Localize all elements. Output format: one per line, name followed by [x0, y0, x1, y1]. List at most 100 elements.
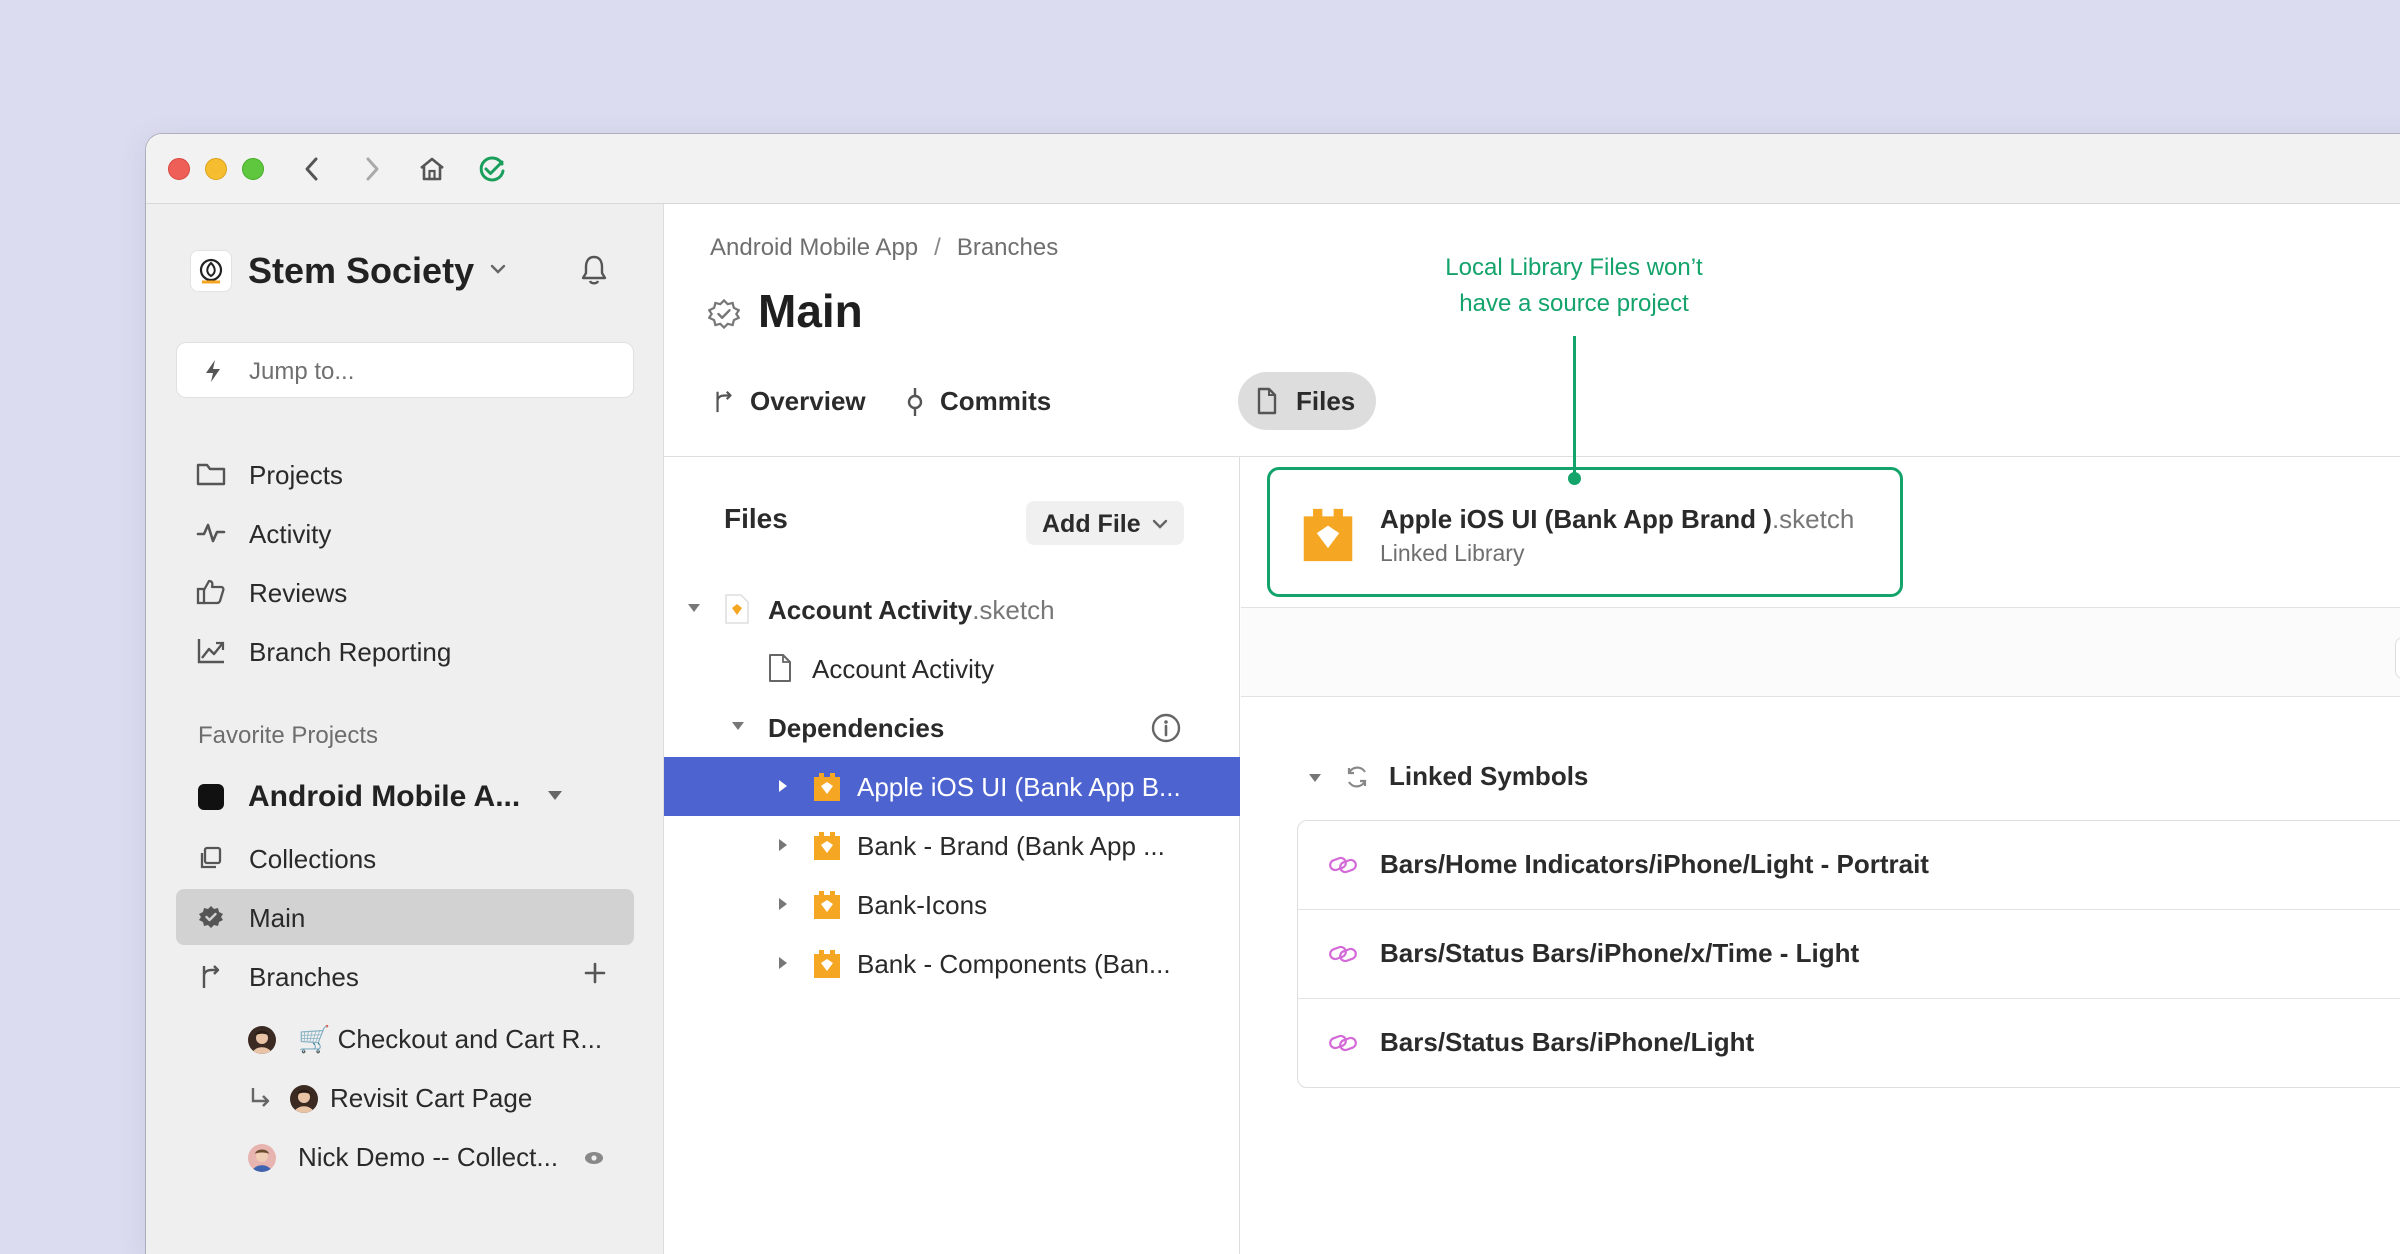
toolbar-control[interactable] [2395, 637, 2400, 679]
tree-item-bank-icons[interactable]: Bank-Icons [664, 875, 1240, 934]
workspace-logo[interactable] [190, 250, 232, 292]
tab-files[interactable]: Files [1238, 372, 1376, 430]
gear-badge-icon [707, 298, 741, 335]
files-tree-pane: Files Add File Account Activity.sketch A… [664, 457, 1240, 1254]
branch-item-revisit-cart[interactable]: Revisit Cart Page [248, 1077, 638, 1121]
workspace-name[interactable]: Stem Society [248, 250, 474, 292]
breadcrumb-separator: / [934, 234, 941, 261]
breadcrumb-branches[interactable]: Branches [957, 234, 1058, 261]
branch-item-nick-demo[interactable]: Nick Demo -- Collect... [248, 1136, 638, 1180]
titlebar [146, 134, 2400, 204]
tree-item-label: Bank - Components (Ban... [857, 949, 1171, 979]
zoom-window-button[interactable] [242, 158, 264, 180]
tab-overview[interactable]: Overview [694, 372, 872, 430]
link-icon [1328, 942, 1358, 971]
tree-item-bank-components[interactable]: Bank - Components (Ban... [664, 934, 1240, 993]
home-icon[interactable] [414, 151, 450, 187]
app-window: Stem Society Jump to... Projects Activit… [146, 134, 2400, 1254]
favorite-project-name: Android Mobile A... [248, 780, 521, 813]
eye-icon[interactable] [584, 1150, 604, 1171]
sketch-library-icon [812, 948, 842, 985]
page-title: Main [758, 285, 863, 337]
sidebar-item-label: Reviews [249, 578, 348, 608]
divider [1241, 696, 2400, 697]
minimize-window-button[interactable] [205, 158, 227, 180]
caret-right-icon[interactable] [776, 955, 790, 976]
caret-right-icon[interactable] [776, 778, 790, 799]
add-file-button[interactable]: Add File [1026, 501, 1184, 545]
breadcrumb-project[interactable]: Android Mobile App [710, 234, 918, 261]
branch-label: Revisit Cart Page [330, 1083, 533, 1113]
branch-label: 🛒 Checkout and Cart R... [298, 1024, 603, 1054]
caret-right-icon[interactable] [776, 837, 790, 858]
sidebar-item-label: Branches [249, 962, 359, 992]
chevron-down-icon[interactable] [490, 262, 506, 280]
caret-right-icon[interactable] [776, 896, 790, 917]
breadcrumb: Android Mobile App / Branches [710, 234, 1058, 262]
list-item[interactable]: Bars/Home Indicators/iPhone/Light - Port… [1298, 821, 2400, 910]
sidebar-item-label: Main [249, 903, 306, 933]
tree-item-bank-brand[interactable]: Bank - Brand (Bank App ... [664, 816, 1240, 875]
library-name: Apple iOS UI (Bank App Brand ).sketch [1380, 504, 1855, 534]
favorite-project-android[interactable]: Android Mobile A... [198, 776, 634, 820]
branch-icon [196, 962, 226, 990]
main-content: Android Mobile App / Branches Main Overvie… [664, 204, 2400, 1254]
tree-item-label: Account Activity [812, 654, 995, 684]
caret-down-icon[interactable] [686, 601, 702, 620]
symbol-name: Bars/Status Bars/iPhone/x/Time - Light [1380, 938, 1860, 968]
annotation-line-1: Local Library Files won’t [1445, 254, 1703, 281]
back-icon[interactable] [294, 151, 330, 187]
tab-label: Files [1296, 386, 1356, 416]
tree-item-label: Apple iOS UI (Bank App B... [857, 772, 1181, 802]
branch-label: Nick Demo -- Collect... [298, 1142, 559, 1172]
sidebar-item-label: Collections [249, 844, 377, 874]
library-type: Linked Library [1380, 540, 1525, 566]
library-card[interactable]: Apple iOS UI (Bank App Brand ).sketch Li… [1267, 467, 1903, 597]
chart-icon [196, 637, 226, 665]
symbol-name: Bars/Home Indicators/iPhone/Light - Port… [1380, 849, 1929, 879]
tree-item-account-activity-page[interactable]: Account Activity [664, 639, 1240, 698]
sidebar-item-branch-reporting[interactable]: Branch Reporting [176, 623, 634, 679]
tree-item-label: Bank - Brand (Bank App ... [857, 831, 1165, 861]
link-icon [1328, 1031, 1358, 1060]
sketch-library-icon [812, 889, 842, 926]
bell-icon[interactable] [580, 254, 608, 291]
tree-item-label: Account Activity.sketch [768, 595, 1055, 625]
sidebar: Stem Society Jump to... Projects Activit… [146, 204, 664, 1254]
sidebar-item-label: Branch Reporting [249, 637, 452, 667]
jump-to-search[interactable]: Jump to... [176, 342, 634, 398]
tree-item-apple-ios-ui[interactable]: Apple iOS UI (Bank App B... [664, 757, 1240, 816]
thumbs-up-icon [196, 578, 226, 606]
bolt-icon [203, 359, 223, 388]
sidebar-item-reviews[interactable]: Reviews [176, 564, 634, 620]
tab-commits[interactable]: Commits [886, 372, 1064, 430]
list-item[interactable]: Bars/Status Bars/iPhone/x/Time - Light [1298, 910, 2400, 999]
close-window-button[interactable] [168, 158, 190, 180]
caret-down-icon[interactable] [730, 719, 746, 738]
tree-item-account-activity-sketch[interactable]: Account Activity.sketch [664, 580, 1240, 639]
sync-check-icon[interactable] [474, 151, 510, 187]
add-branch-icon[interactable] [584, 962, 606, 989]
caret-down-icon[interactable] [546, 788, 564, 807]
avatar [248, 1026, 276, 1054]
list-item[interactable]: Bars/Status Bars/iPhone/Light [1298, 999, 2400, 1088]
sidebar-item-projects[interactable]: Projects [176, 446, 634, 502]
forward-icon[interactable] [354, 151, 390, 187]
tab-label: Overview [750, 386, 866, 416]
caret-down-icon[interactable] [1307, 771, 1323, 790]
sidebar-item-main[interactable]: Main [176, 889, 634, 945]
tree-item-dependencies[interactable]: Dependencies [664, 698, 1240, 757]
tree-item-label: Dependencies [768, 713, 945, 743]
annotation-pointer-dot [1568, 472, 1581, 485]
sidebar-item-collections[interactable]: Collections [176, 830, 634, 886]
sketch-library-icon [1300, 504, 1356, 571]
project-icon [198, 784, 224, 810]
annotation-callout: Local Library Files won’t have a source … [1374, 250, 1774, 322]
annotation-pointer-line [1573, 336, 1576, 478]
branch-item-checkout[interactable]: 🛒 Checkout and Cart R... [248, 1018, 638, 1062]
info-icon[interactable] [1150, 712, 1182, 749]
sidebar-item-branches[interactable]: Branches [176, 948, 634, 1004]
sketch-library-icon [812, 830, 842, 867]
sidebar-item-activity[interactable]: Activity [176, 505, 634, 561]
commit-icon [904, 387, 926, 422]
